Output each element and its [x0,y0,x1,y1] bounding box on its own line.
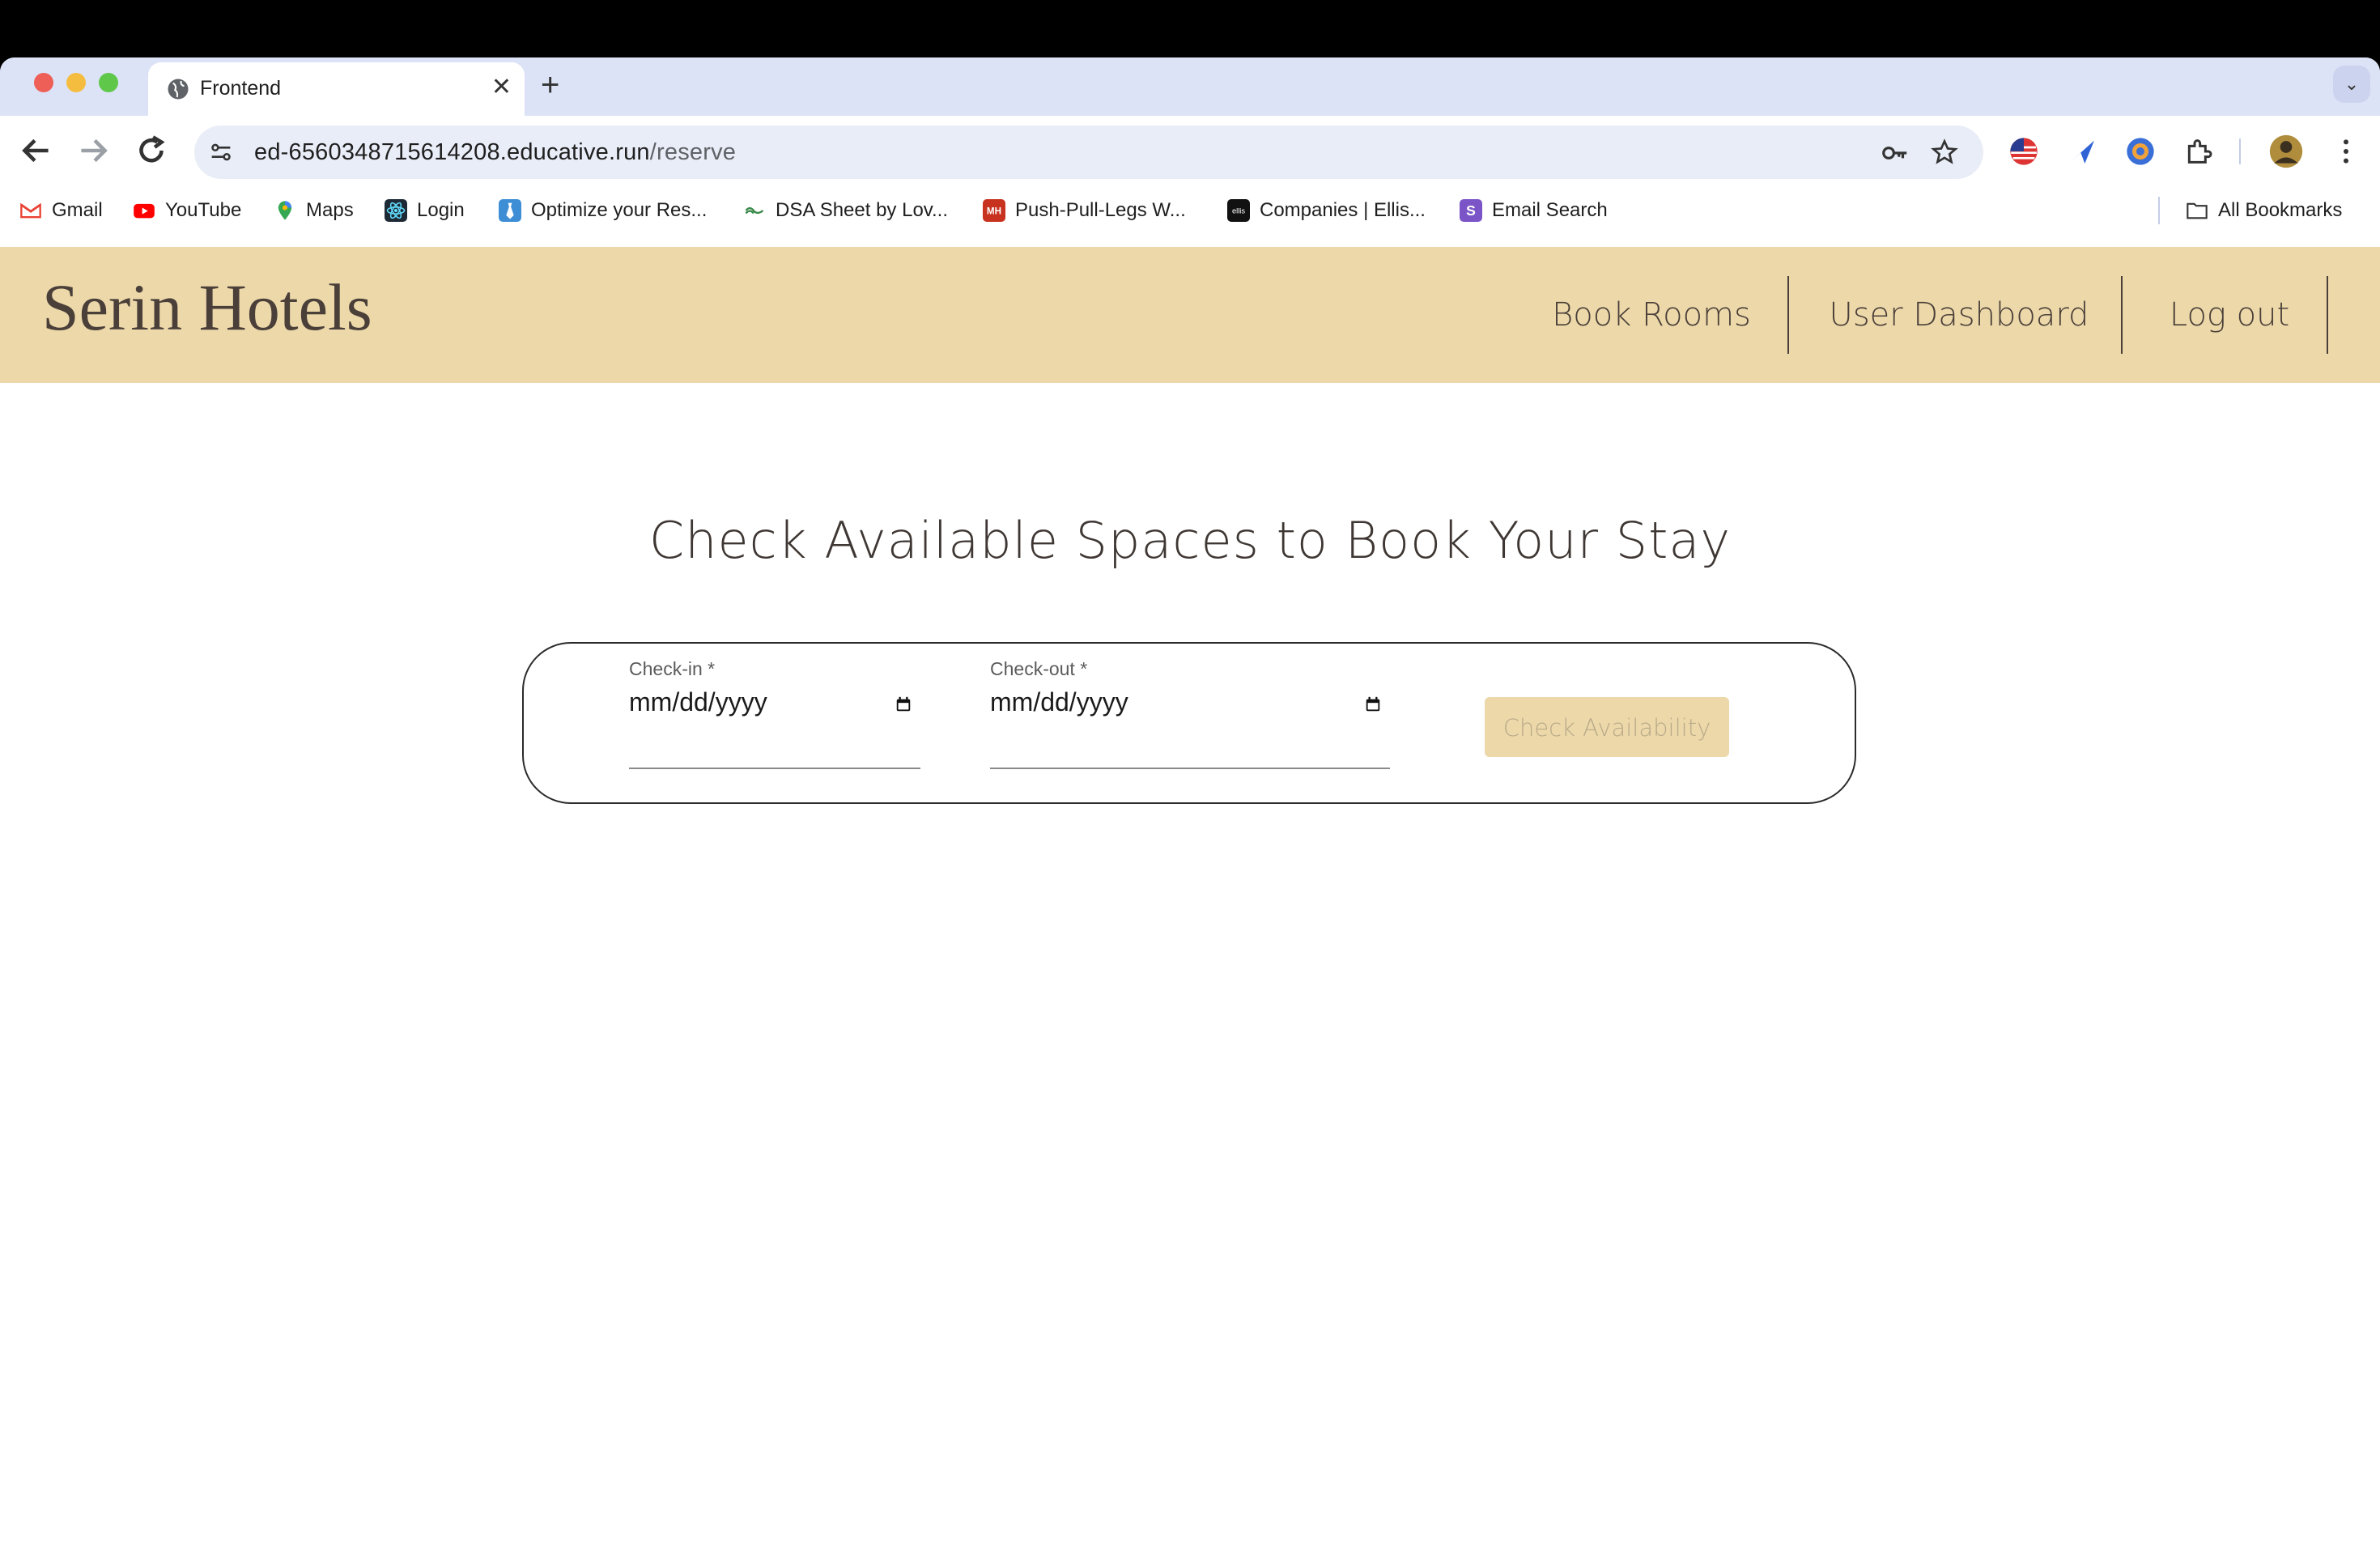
checkin-input[interactable]: mm/dd/yyyy [629,687,767,717]
site-settings-icon[interactable] [207,138,235,166]
checkout-label: Check-out * [990,658,1088,679]
bookmark-dsa-sheet[interactable]: DSA Sheet by Lov... [743,185,948,236]
extensions-puzzle-icon[interactable] [2182,135,2215,168]
bookmarks-divider [2158,197,2160,224]
nav-book-rooms[interactable]: Book Rooms [1530,247,1773,383]
checkin-field[interactable]: Check-in * mm/dd/yyyy [629,658,920,769]
bookmarks-bar: Gmail YouTube Maps Login Optimize your R… [0,185,2380,236]
reload-icon[interactable] [131,130,172,171]
checkin-underline [629,768,920,769]
svg-text:S: S [1466,202,1476,219]
back-icon[interactable] [16,130,57,171]
nav-log-out[interactable]: Log out [2140,247,2318,383]
all-bookmarks-label: All Bookmarks [2218,199,2343,221]
bookmark-gmail[interactable]: Gmail [19,185,103,236]
react-icon [385,199,407,222]
close-tab-icon[interactable]: ✕ [491,74,512,101]
checkout-underline [990,768,1390,769]
minimize-window-button[interactable] [66,73,86,92]
site-header: Serin Hotels Book Rooms User Dashboard L… [0,247,2380,383]
check-availability-button[interactable]: Check Availability [1485,697,1729,757]
page-heading: Check Available Spaces to Book Your Stay [648,511,1732,570]
new-tab-button[interactable]: + [541,67,559,103]
nav-separator [2327,276,2328,354]
forward-icon[interactable] [73,130,113,171]
nav-user-dashboard[interactable]: User Dashboard [1807,247,2111,383]
toolbar-divider [2239,138,2241,164]
tie-icon [499,199,521,222]
nav-separator [1787,276,1789,354]
s-icon: S [1460,199,1482,222]
bookmark-label: DSA Sheet by Lov... [776,199,949,221]
bookmark-label: Maps [306,199,354,221]
bookmark-label: Companies | Ellis... [1260,199,1426,221]
browser-window: Frontend ✕ + ⌄ ed-6560348715614208.educa… [0,57,2380,1548]
bookmark-maps[interactable]: Maps [274,185,354,236]
mh-icon: MH [983,199,1005,222]
bookmark-label: YouTube [165,199,242,221]
nav-separator [2121,276,2123,354]
svg-text:MH: MH [987,206,1001,217]
tab-search-button[interactable]: ⌄ [2333,66,2370,103]
url-path: /reserve [649,139,737,165]
site-brand[interactable]: Serin Hotels [42,270,372,346]
bookmark-companies-ellis[interactable]: ellis Companies | Ellis... [1227,185,1426,236]
close-window-button[interactable] [34,73,53,92]
calendar-icon[interactable] [1364,695,1382,713]
maps-icon [278,201,292,220]
bookmark-star-icon[interactable] [1930,138,1959,167]
bookmark-email-search[interactable]: S Email Search [1460,185,1608,236]
bookmark-label: Gmail [52,199,103,221]
youtube-icon [134,203,155,219]
bookmark-label: Email Search [1492,199,1608,221]
gmail-icon [20,202,41,219]
calendar-icon[interactable] [895,695,912,713]
color-extension-icon[interactable] [2124,135,2157,168]
url-host: ed-6560348715614208.educative.run [254,139,650,165]
checkin-label: Check-in * [629,658,716,679]
browser-menu-icon[interactable] [2330,135,2362,168]
all-bookmarks-button[interactable]: All Bookmarks [2186,185,2342,236]
bookmark-label: Optimize your Res... [531,199,708,221]
checkout-input[interactable]: mm/dd/yyyy [990,687,1128,717]
address-bar[interactable]: ed-6560348715614208.educative.run/reserv… [194,125,1983,179]
profile-avatar[interactable] [2268,134,2304,169]
link-icon [745,206,764,215]
url-text: ed-6560348715614208.educative.run/reserv… [254,139,736,166]
ellis-icon: ellis [1227,199,1250,222]
folder-icon [2187,202,2208,219]
bookmark-youtube[interactable]: YouTube [133,185,241,236]
bookmark-optimize-resume[interactable]: Optimize your Res... [499,185,707,236]
bookmark-label: Login [417,199,465,221]
bookmark-push-pull-legs[interactable]: MH Push-Pull-Legs W... [983,185,1186,236]
bookmark-label: Push-Pull-Legs W... [1015,199,1186,221]
tab-frontend[interactable]: Frontend ✕ [148,62,525,116]
globe-icon [168,79,189,100]
availability-form: Check-in * mm/dd/yyyy Check-out * mm/dd/… [522,642,1856,804]
svg-text:ellis: ellis [1232,207,1245,215]
maximize-window-button[interactable] [99,73,118,92]
checkout-field[interactable]: Check-out * mm/dd/yyyy [990,658,1390,769]
tab-strip: Frontend ✕ + ⌄ [0,57,2380,116]
send-extension-icon[interactable] [2066,135,2098,168]
us-flag-extension-icon[interactable] [2008,135,2040,168]
tab-title: Frontend [200,77,282,100]
bookmark-login[interactable]: Login [385,185,465,236]
key-icon[interactable] [1880,138,1910,168]
